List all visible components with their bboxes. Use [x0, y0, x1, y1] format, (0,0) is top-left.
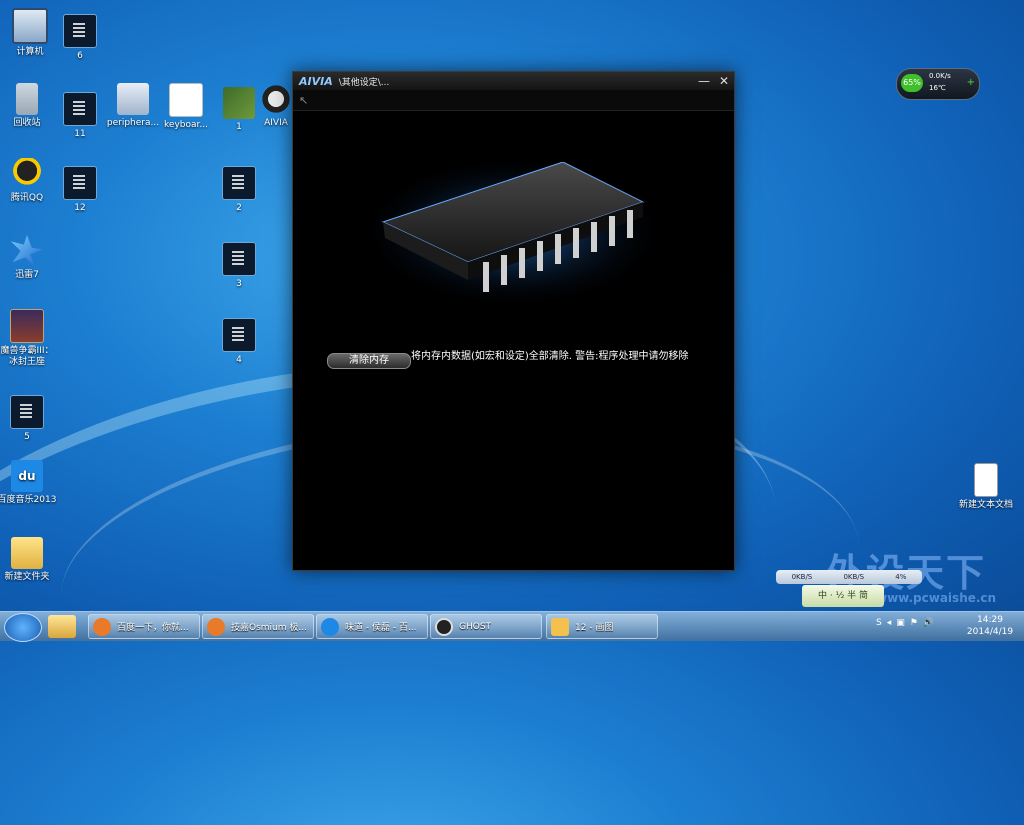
taskbar-item-ghost[interactable]: GHOST	[430, 614, 542, 639]
explorer-pinned-icon[interactable]	[48, 615, 76, 638]
system-monitor-gadget[interactable]: 65% 0.0K/s 16℃ +	[896, 68, 980, 100]
temperature: 16℃	[929, 84, 946, 92]
video-file-icon	[63, 92, 97, 126]
upload-speed: 0KB/S	[843, 573, 865, 581]
baidu-music-icon	[321, 617, 339, 636]
desktop-icon-new-text-document[interactable]: 新建文本文档	[956, 463, 1016, 511]
sogou-ime-icon[interactable]: S	[876, 618, 882, 628]
watermark-url: www.pcwaishe.cn	[876, 591, 997, 605]
taskbar: 百度一下，你就... 技嘉Osmium 极... 味道 - 侯磊 - 百... …	[0, 611, 1024, 642]
cpu-percent: 65%	[901, 74, 923, 92]
desktop-icon-6[interactable]: 6	[50, 14, 110, 62]
desktop-icon-peripheral[interactable]: periphera...	[103, 83, 163, 129]
desktop-icon-5[interactable]: 5	[0, 395, 57, 443]
document-icon	[169, 83, 203, 117]
clock-date: 2014/4/19	[966, 627, 1014, 637]
desktop-icon-new-folder[interactable]: 新建文件夹	[0, 537, 57, 583]
video-file-icon	[63, 14, 97, 48]
taskbar-item-paint[interactable]: 12 - 画图	[546, 614, 658, 639]
ghost-icon	[435, 617, 453, 636]
network-icon[interactable]: ▣	[896, 618, 905, 628]
clock-time: 14:29	[977, 615, 1003, 625]
memory-chip-image	[373, 162, 653, 302]
action-center-flag-icon[interactable]: ⚑	[910, 618, 918, 628]
video-file-icon	[10, 395, 44, 429]
desktop-icon-recycle-bin[interactable]: 回收站	[0, 83, 57, 129]
taskbar-clock[interactable]: 14:29 2014/4/19	[962, 614, 1018, 638]
desktop-icon-4[interactable]: 4	[209, 318, 269, 366]
desktop-icon-thunder[interactable]: 迅雷7	[0, 235, 57, 281]
desktop-icon-11[interactable]: 11	[50, 92, 110, 140]
warcraft-icon	[10, 309, 44, 343]
desktop-icon-qq[interactable]: 腾讯QQ	[0, 158, 57, 204]
volume-icon[interactable]: 🔊	[923, 618, 934, 628]
video-file-icon	[222, 166, 256, 200]
ime-toolbar[interactable]: 中 · ½ 半 简	[802, 585, 884, 607]
video-file-icon	[63, 166, 97, 200]
desktop-icon-keyboard[interactable]: keyboar...	[156, 83, 216, 131]
desktop-icon-2[interactable]: 2	[209, 166, 269, 214]
qq-icon	[11, 158, 43, 190]
close-button[interactable]: ✕	[714, 74, 734, 88]
aivia-app-icon	[260, 83, 292, 115]
peripheral-app-icon	[117, 83, 149, 115]
load-percent: 4%	[895, 573, 907, 581]
desktop-icon-baidu-music[interactable]: du 百度音乐2013	[0, 460, 57, 506]
back-arrow-icon[interactable]: ↖	[299, 94, 308, 107]
computer-icon	[12, 8, 48, 44]
taskbar-item-music[interactable]: 味道 - 侯磊 - 百...	[316, 614, 428, 639]
taskbar-item-gigabyte[interactable]: 技嘉Osmium 极...	[202, 614, 314, 639]
browser-icon	[93, 617, 111, 636]
network-speed-bar[interactable]: 0KB/S 0KB/S 4%	[776, 570, 922, 584]
window-title: \其他设定\...	[338, 77, 390, 88]
folder-icon	[11, 537, 43, 569]
browser-icon	[207, 617, 225, 636]
video-file-icon	[222, 318, 256, 352]
paint-icon	[551, 617, 569, 636]
thunder-icon	[11, 235, 43, 267]
minimize-button[interactable]: —	[694, 74, 714, 88]
text-document-icon	[974, 463, 998, 497]
baidu-music-icon: du	[11, 460, 43, 492]
desktop-icon-warcraft[interactable]: 魔兽争霸III：冰封王座	[0, 309, 57, 368]
gadget-add-icon[interactable]: +	[967, 77, 975, 88]
recycle-bin-icon	[16, 83, 38, 115]
aivia-settings-window: AIVIA \其他设定\... — ✕ ↖ 清除内存 将内存内数据(如宏和设定)…	[292, 71, 735, 571]
desktop-icon-3[interactable]: 3	[209, 242, 269, 290]
show-hidden-icons-arrow[interactable]: ◂	[887, 618, 892, 628]
image-file-icon	[223, 87, 255, 119]
desktop-icon-12[interactable]: 12	[50, 166, 110, 214]
start-button[interactable]	[4, 613, 42, 642]
taskbar-item-baidu[interactable]: 百度一下，你就...	[88, 614, 200, 639]
clear-memory-description: 将内存内数据(如宏和设定)全部清除. 警告:程序处理中请勿移除	[411, 351, 689, 362]
aivia-logo: AIVIA	[299, 74, 333, 88]
system-tray: S ◂ ▣ ⚑ 🔊	[876, 618, 934, 628]
window-toolbar: ↖	[293, 90, 734, 111]
clear-memory-button[interactable]: 清除内存	[327, 353, 411, 369]
net-speed: 0.0K/s	[929, 72, 951, 80]
window-titlebar[interactable]: AIVIA \其他设定\... — ✕	[293, 72, 734, 90]
download-speed: 0KB/S	[791, 573, 813, 581]
video-file-icon	[222, 242, 256, 276]
